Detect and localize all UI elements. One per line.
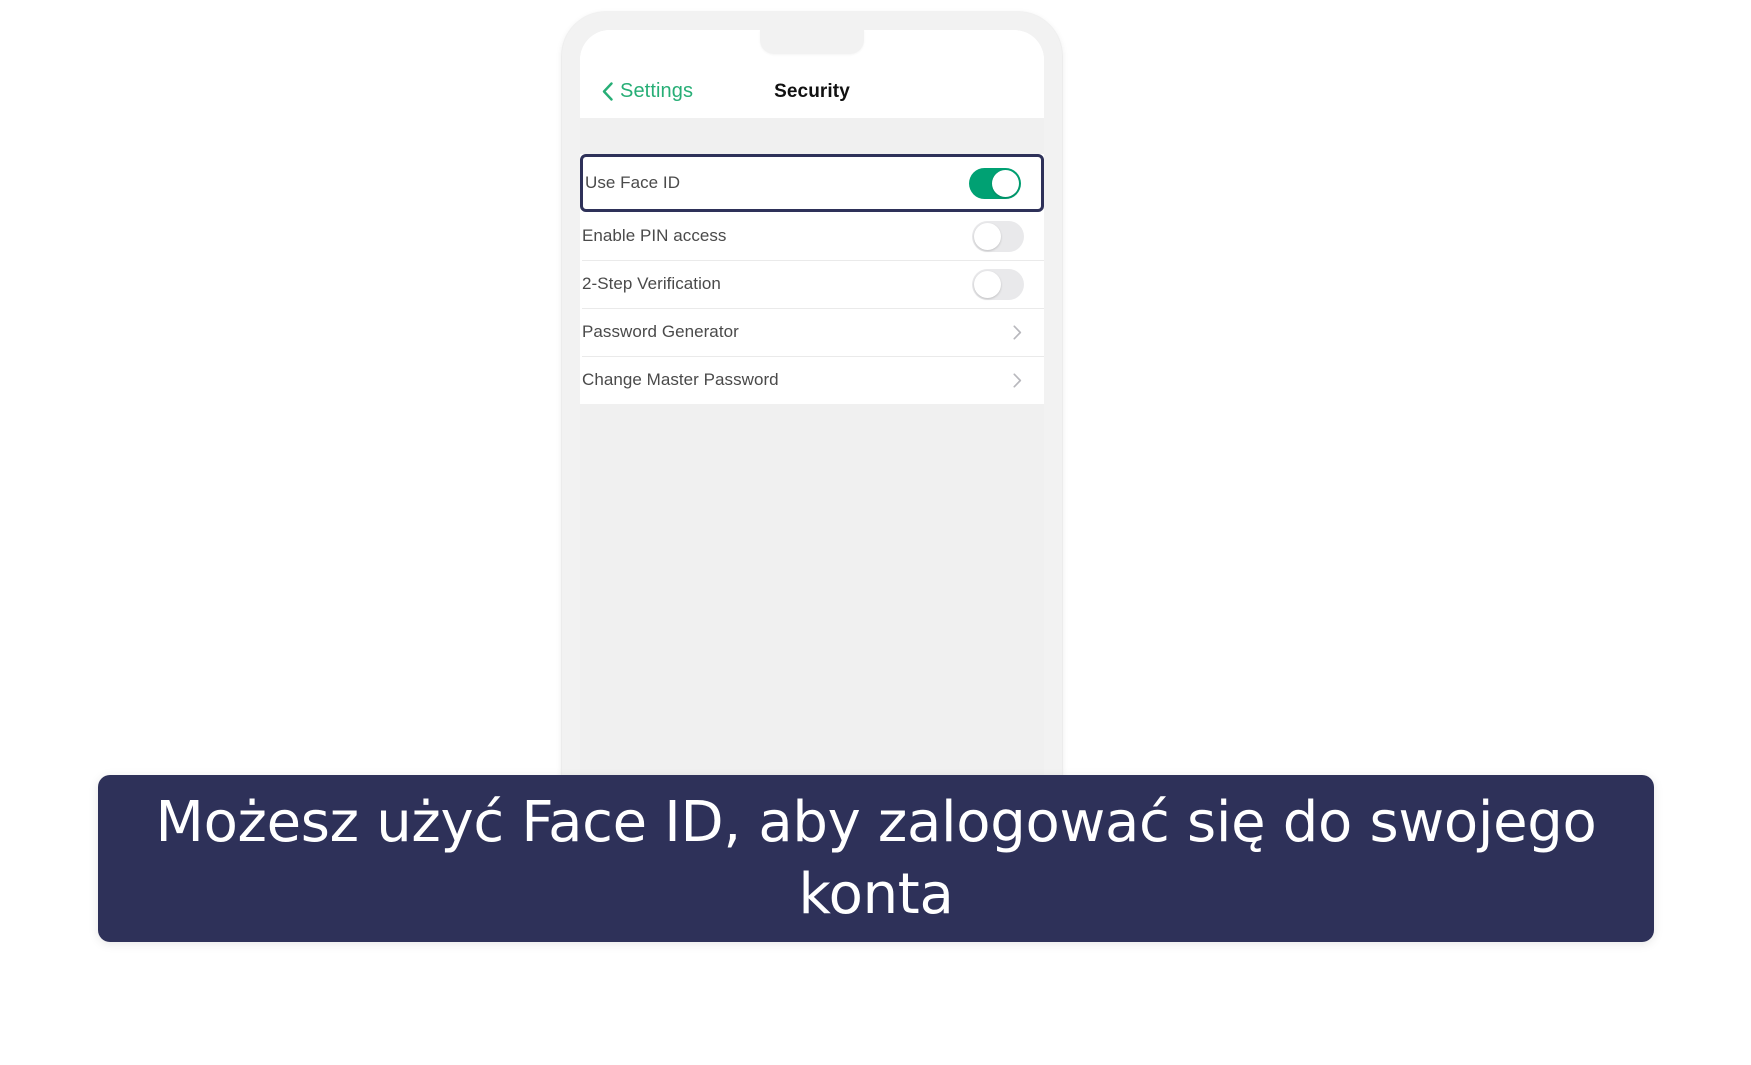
chevron-right-icon bbox=[1013, 372, 1022, 388]
two-step-verification-toggle[interactable] bbox=[972, 268, 1024, 300]
phone-notch bbox=[760, 30, 864, 54]
settings-row-label: Enable PIN access bbox=[582, 226, 727, 245]
caption-banner: Możesz użyć Face ID, aby zalogować się d… bbox=[98, 775, 1654, 942]
toggle-knob bbox=[974, 270, 1001, 298]
settings-list: Use Face ID Enable PIN access 2-Step Ver… bbox=[580, 154, 1044, 404]
phone-device-frame: Settings Security Use Face ID Enable PIN… bbox=[562, 12, 1062, 892]
enable-pin-access-toggle[interactable] bbox=[972, 220, 1024, 252]
settings-row-2-step-verification[interactable]: 2-Step Verification bbox=[580, 260, 1044, 308]
settings-row-change-master-password[interactable]: Change Master Password bbox=[580, 356, 1044, 404]
settings-row-label: Change Master Password bbox=[582, 370, 779, 389]
settings-row-label: 2-Step Verification bbox=[582, 274, 721, 293]
toggle-knob bbox=[974, 222, 1001, 250]
section-spacer bbox=[580, 118, 1044, 154]
toggle-knob bbox=[992, 169, 1019, 197]
phone-screen: Settings Security Use Face ID Enable PIN… bbox=[580, 30, 1044, 892]
settings-row-label: Use Face ID bbox=[585, 173, 681, 192]
use-face-id-toggle[interactable] bbox=[969, 167, 1021, 199]
settings-row-use-face-id[interactable]: Use Face ID bbox=[580, 154, 1044, 212]
page-title: Security bbox=[774, 81, 850, 102]
caption-text: Możesz użyć Face ID, aby zalogować się d… bbox=[155, 790, 1597, 927]
settings-row-enable-pin-access[interactable]: Enable PIN access bbox=[580, 212, 1044, 260]
settings-row-password-generator[interactable]: Password Generator bbox=[580, 308, 1044, 356]
chevron-right-icon bbox=[1013, 324, 1022, 340]
settings-row-label: Password Generator bbox=[582, 322, 739, 341]
